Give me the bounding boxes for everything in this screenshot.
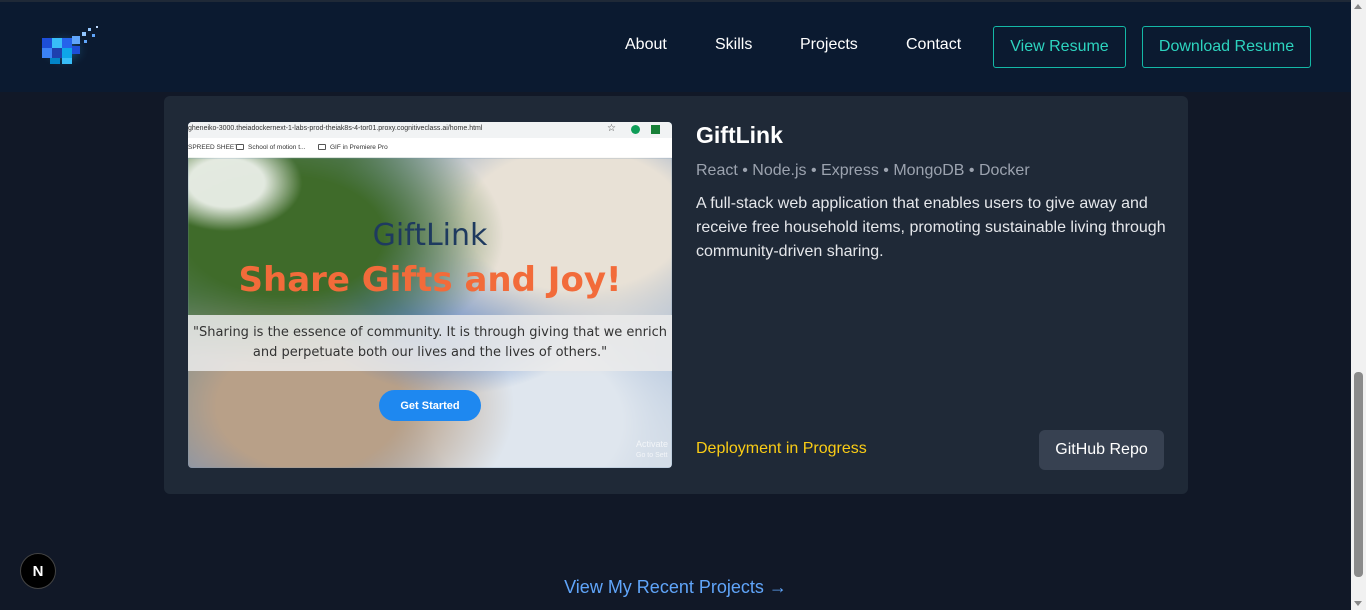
nextjs-dev-badge-icon[interactable]: N: [20, 553, 56, 589]
folder-icon: [236, 144, 244, 150]
screenshot-bookmarks-bar: SPREED SHEET School of motion t... GIF i…: [188, 138, 672, 158]
download-resume-button[interactable]: Download Resume: [1142, 26, 1311, 68]
screenshot-hero-background: [188, 158, 672, 468]
screenshot-url-bar: gheneiko-3000.theiadockernext-1-labs-pro…: [188, 122, 672, 138]
project-screenshot: gheneiko-3000.theiadockernext-1-labs-pro…: [188, 122, 672, 468]
view-recent-projects-link[interactable]: View My Recent Projects →: [0, 577, 1351, 598]
project-title: GiftLink: [696, 122, 783, 148]
navbar: About Skills Projects Contact View Resum…: [0, 2, 1351, 92]
scroll-up-arrow-icon[interactable]: [1354, 4, 1362, 9]
nav-link-skills[interactable]: Skills: [715, 36, 752, 54]
project-card: gheneiko-3000.theiadockernext-1-labs-pro…: [164, 96, 1188, 494]
page-scrollbar[interactable]: [1351, 0, 1366, 610]
bookmark-item: School of motion t...: [236, 144, 305, 151]
bookmark-item: SPREED SHEET: [188, 144, 239, 151]
nav-link-projects[interactable]: Projects: [800, 36, 858, 54]
screenshot-quote: "Sharing is the essence of community. It…: [188, 315, 672, 371]
screenshot-url: gheneiko-3000.theiadockernext-1-labs-pro…: [188, 125, 483, 132]
extension-icon: [651, 125, 660, 134]
deployment-status: Deployment in Progress: [696, 440, 867, 457]
star-icon: ☆: [607, 123, 616, 134]
bookmark-item: GIF in Premiere Pro: [318, 144, 388, 151]
site-logo-icon[interactable]: [36, 22, 104, 70]
folder-icon: [318, 144, 326, 150]
project-description: A full-stack web application that enable…: [696, 195, 1166, 260]
screenshot-watermark: Activate Go to Sett: [636, 439, 669, 459]
screenshot-app-title: GiftLink: [372, 218, 488, 253]
project-tech-stack: React • Node.js • Express • MongoDB • Do…: [696, 162, 1030, 179]
extension-icon: [631, 125, 640, 134]
github-repo-button[interactable]: GitHub Repo: [1039, 430, 1164, 470]
screenshot-get-started-button: Get Started: [379, 390, 481, 421]
nav-link-about[interactable]: About: [625, 36, 667, 54]
screenshot-tagline: Share Gifts and Joy!: [238, 260, 622, 300]
scroll-down-arrow-icon[interactable]: [1354, 601, 1362, 606]
nav-link-contact[interactable]: Contact: [906, 36, 961, 54]
view-resume-button[interactable]: View Resume: [993, 26, 1126, 68]
scrollbar-thumb[interactable]: [1354, 372, 1363, 577]
